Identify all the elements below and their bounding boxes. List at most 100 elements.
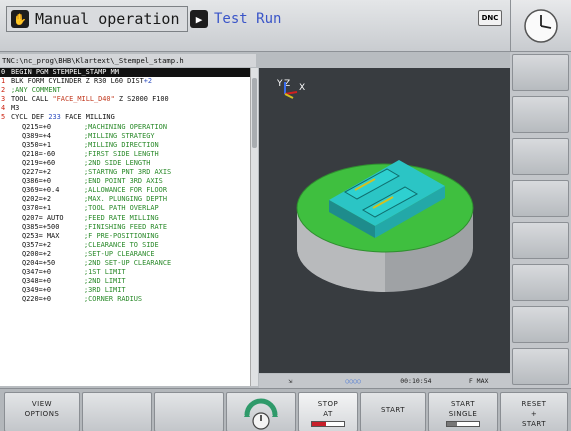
dnc-label: DNC bbox=[481, 14, 499, 22]
start-single-indicator bbox=[446, 421, 480, 427]
vertical-softkey-6[interactable] bbox=[512, 264, 569, 301]
vertical-softkey-2[interactable] bbox=[512, 96, 569, 133]
program-scrollbar[interactable] bbox=[250, 68, 258, 386]
reset-start-line3: START bbox=[521, 420, 547, 428]
program-param: Q219=+60 bbox=[22, 158, 56, 167]
program-line-text: BLK FORM CYLINDER Z R30 L60 DIST+2 bbox=[11, 77, 153, 86]
program-line[interactable]: Q386=+0 ;END POINT 3RD AXIS bbox=[0, 177, 250, 186]
program-line-number: 5 bbox=[1, 113, 6, 122]
start-button[interactable]: START bbox=[360, 392, 426, 431]
program-line[interactable]: Q348=+0 ;2ND LIMIT bbox=[0, 277, 250, 286]
vertical-softkey-8[interactable] bbox=[512, 348, 569, 385]
vertical-softkey-4[interactable] bbox=[512, 180, 569, 217]
program-line[interactable]: Q200=+2 ;SET-UP CLEARANCE bbox=[0, 250, 250, 259]
program-line-text: CYCL DEF 233 FACE MILLING bbox=[11, 113, 115, 122]
program-param: Q369=+0.4 bbox=[22, 186, 60, 195]
program-comment: ;ALLOWANCE FOR FLOOR bbox=[84, 186, 167, 195]
program-comment: ;MACHINING OPERATION bbox=[84, 122, 167, 131]
sim-mode-icon: ⇲ bbox=[288, 377, 293, 385]
program-line[interactable]: Q204=+50 ;2ND SET-UP CLEARANCE bbox=[0, 259, 250, 268]
program-param: Q386=+0 bbox=[22, 177, 52, 186]
program-line[interactable]: Q389=+4 ;MILLING STRATEGY bbox=[0, 132, 250, 141]
program-comment: ;F PRE-POSITIONING bbox=[84, 231, 159, 240]
program-line[interactable]: Q227=+2 ;STARTNG PNT 3RD AXIS bbox=[0, 168, 250, 177]
program-line[interactable]: 0 BEGIN PGM STEMPEL_STAMP MM bbox=[0, 68, 250, 78]
axis-label-y: Y bbox=[276, 79, 283, 89]
program-line[interactable]: Q385=+500 ;FINISHING FEED RATE bbox=[0, 223, 250, 232]
program-line[interactable]: Q207= AUTO ;FEED RATE MILLING bbox=[0, 214, 250, 223]
scrollbar-thumb[interactable] bbox=[252, 78, 257, 148]
program-line-text: BEGIN PGM STEMPEL_STAMP MM bbox=[11, 68, 119, 76]
program-line-text: ;ANY COMMENT bbox=[11, 86, 61, 95]
view-options-line1: VIEW bbox=[31, 400, 53, 408]
mode-header: ✋ Manual operation ▶ Test Run DNC bbox=[0, 0, 510, 52]
axis-label-x: X bbox=[299, 83, 305, 93]
program-comment: ;MILLING DIRECTION bbox=[84, 140, 159, 149]
stop-at-indicator bbox=[311, 421, 345, 427]
dnc-indicator: DNC bbox=[478, 10, 502, 26]
program-line[interactable]: Q369=+0.4 ;ALLOWANCE FOR FLOOR bbox=[0, 186, 250, 195]
softkey-empty-2[interactable] bbox=[82, 392, 152, 431]
mode-tab-test-run[interactable]: ▶ Test Run bbox=[190, 6, 281, 32]
program-line[interactable]: 2 ;ANY COMMENT bbox=[0, 86, 250, 95]
program-line[interactable]: Q357=+2 ;CLEARANCE TO SIDE bbox=[0, 241, 250, 250]
reset-start-line1: RESET bbox=[521, 400, 547, 408]
program-line[interactable]: Q370=+1 ;TOOL PATH OVERLAP bbox=[0, 204, 250, 213]
program-line[interactable]: 5 CYCL DEF 233 FACE MILLING bbox=[0, 113, 250, 122]
sim-progress-dots: ○○○○ bbox=[345, 377, 361, 385]
program-param: Q202=+2 bbox=[22, 195, 52, 204]
program-line[interactable]: Q219=+60 ;2ND SIDE LENGTH bbox=[0, 159, 250, 168]
program-line[interactable]: Q253= MAX ;F PRE-POSITIONING bbox=[0, 232, 250, 241]
program-comment: ;MAX. PLUNGING DEPTH bbox=[84, 195, 167, 204]
program-line[interactable]: Q350=+1 ;MILLING DIRECTION bbox=[0, 141, 250, 150]
program-line[interactable]: 3 TOOL CALL "FACE_MILL_D40" Z S2000 F100 bbox=[0, 95, 250, 104]
program-comment: ;FEED RATE MILLING bbox=[84, 213, 159, 222]
vertical-softkey-5[interactable] bbox=[512, 222, 569, 259]
program-comment: ;TOOL PATH OVERLAP bbox=[84, 204, 159, 213]
simulation-view[interactable]: Y Z X bbox=[259, 68, 510, 373]
softkey-empty-3[interactable] bbox=[154, 392, 224, 431]
spindle-override-button[interactable] bbox=[226, 392, 296, 431]
program-line[interactable]: Q349=+0 ;3RD LIMIT bbox=[0, 286, 250, 295]
vertical-softkey-7[interactable] bbox=[512, 306, 569, 343]
program-comment: ;FIRST SIDE LENGTH bbox=[84, 149, 159, 158]
program-line[interactable]: 4 M3 bbox=[0, 104, 250, 113]
clock-button[interactable] bbox=[510, 0, 571, 52]
program-comment: ;FINISHING FEED RATE bbox=[84, 222, 167, 231]
program-listing[interactable]: 0 BEGIN PGM STEMPEL_STAMP MM 1 BLK FORM CYL… bbox=[0, 68, 250, 386]
stop-at-button[interactable]: STOP AT bbox=[298, 392, 358, 431]
start-single-line1: START bbox=[450, 400, 476, 408]
start-single-button[interactable]: START SINGLE bbox=[428, 392, 498, 431]
program-param: Q215=+0 bbox=[22, 122, 52, 131]
program-line-number: 3 bbox=[1, 95, 6, 104]
reset-start-button[interactable]: RESET + START bbox=[500, 392, 568, 431]
program-param: Q348=+0 bbox=[22, 277, 52, 286]
program-comment: ;CLEARANCE TO SIDE bbox=[84, 240, 159, 249]
program-comment: ;CORNER RADIUS bbox=[84, 295, 143, 304]
stop-at-line2: AT bbox=[323, 410, 333, 418]
program-comment: ;3RD LIMIT bbox=[84, 286, 126, 295]
program-param: Q349=+0 bbox=[22, 286, 52, 295]
test-run-icon: ▶ bbox=[190, 10, 208, 28]
program-line[interactable]: 1 BLK FORM CYLINDER Z R30 L60 DIST+2 bbox=[0, 77, 250, 86]
program-comment: ;2ND LIMIT bbox=[84, 277, 126, 286]
mode-primary-label: Manual operation bbox=[35, 10, 180, 28]
hand-icon: ✋ bbox=[11, 10, 29, 28]
program-line[interactable]: Q218=-60 ;FIRST SIDE LENGTH bbox=[0, 150, 250, 159]
program-line[interactable]: Q347=+0 ;1ST LIMIT bbox=[0, 268, 250, 277]
program-line-text: M3 bbox=[11, 104, 20, 113]
program-param: Q389=+4 bbox=[22, 131, 52, 140]
sim-time: 00:10:54 bbox=[400, 377, 432, 385]
mode-tab-manual-operation[interactable]: ✋ Manual operation bbox=[6, 6, 188, 32]
program-param: Q227=+2 bbox=[22, 168, 52, 177]
vertical-softkey-1[interactable] bbox=[512, 54, 569, 91]
program-line[interactable]: Q215=+0 ;MACHINING OPERATION bbox=[0, 123, 250, 132]
program-path: TNC:\nc_prog\BHB\Klartext\_Stempel_stamp… bbox=[0, 54, 256, 67]
mode-secondary-label: Test Run bbox=[214, 11, 282, 27]
spindle-override-dial-icon bbox=[244, 398, 278, 430]
view-options-button[interactable]: VIEW OPTIONS bbox=[4, 392, 80, 431]
program-line[interactable]: Q220=+0 ;CORNER RADIUS bbox=[0, 295, 250, 304]
program-param: Q357=+2 bbox=[22, 240, 52, 249]
vertical-softkey-3[interactable] bbox=[512, 138, 569, 175]
program-line[interactable]: Q202=+2 ;MAX. PLUNGING DEPTH bbox=[0, 195, 250, 204]
